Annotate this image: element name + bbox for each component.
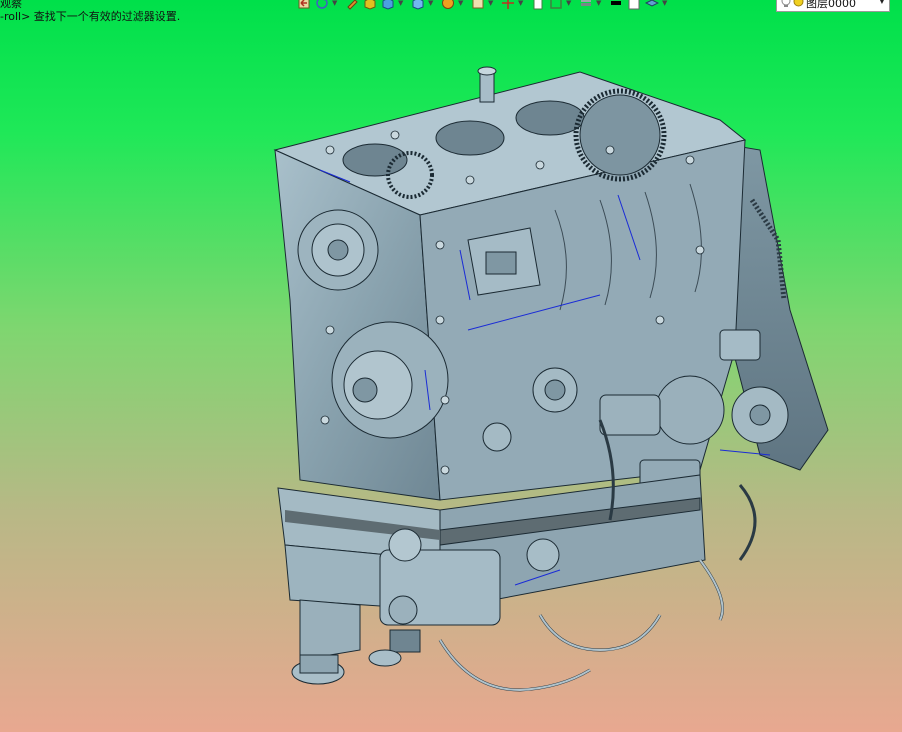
pen-icon[interactable] [344, 0, 360, 10]
command-prompt: 观察 -roll> 查找下一个有效的过滤器设置. [0, 0, 180, 23]
chevron-down-icon[interactable]: ▼ [332, 0, 338, 10]
render-sphere-icon[interactable] [440, 0, 456, 10]
status-line-2: -roll> 查找下一个有效的过滤器设置. [0, 10, 181, 23]
frame-icon[interactable] [548, 0, 564, 10]
cube-icon[interactable] [380, 0, 396, 10]
axis-icon[interactable] [500, 0, 516, 10]
chevron-down-icon[interactable]: ▼ [662, 0, 668, 10]
view-toolbar: ▼ ▼ ▼ ▼ ▼ ▼ ▼ ▼ ▼ [296, 0, 674, 12]
chevron-down-icon[interactable]: ▼ [398, 0, 404, 10]
color-swatch-icon[interactable] [608, 0, 624, 10]
layer-stack-icon[interactable] [644, 0, 660, 10]
display-stack-icon[interactable] [578, 0, 594, 10]
box-icon[interactable] [470, 0, 486, 10]
chevron-down-icon[interactable]: ▼ [458, 0, 464, 10]
status-line-1: 观察 [0, 0, 22, 10]
rotate-icon[interactable] [314, 0, 330, 10]
layer-cube-icon[interactable] [362, 0, 378, 10]
chevron-down-icon[interactable]: ▼ [596, 0, 602, 10]
solid-cube-icon[interactable] [410, 0, 426, 10]
chevron-down-icon[interactable]: ▼ [879, 0, 885, 5]
view-back-icon[interactable] [296, 0, 312, 10]
page-icon[interactable] [530, 0, 546, 10]
chevron-down-icon[interactable]: ▼ [566, 0, 572, 10]
engine-block-model[interactable] [0, 0, 902, 732]
chevron-down-icon[interactable]: ▼ [428, 0, 434, 10]
chevron-down-icon[interactable]: ▼ [518, 0, 524, 10]
chevron-down-icon[interactable]: ▼ [488, 0, 494, 10]
3d-viewport[interactable]: 观察 -roll> 查找下一个有效的过滤器设置. ▼ ▼ ▼ ▼ ▼ ▼ ▼ ▼… [0, 0, 902, 732]
layer-name: 图层0000 [806, 0, 856, 10]
lightbulb-icon[interactable] [781, 0, 791, 11]
sun-icon[interactable] [793, 0, 804, 10]
layer-dropdown[interactable]: 图层0000 ▼ [776, 0, 890, 12]
white-swatch-icon[interactable] [626, 0, 642, 10]
